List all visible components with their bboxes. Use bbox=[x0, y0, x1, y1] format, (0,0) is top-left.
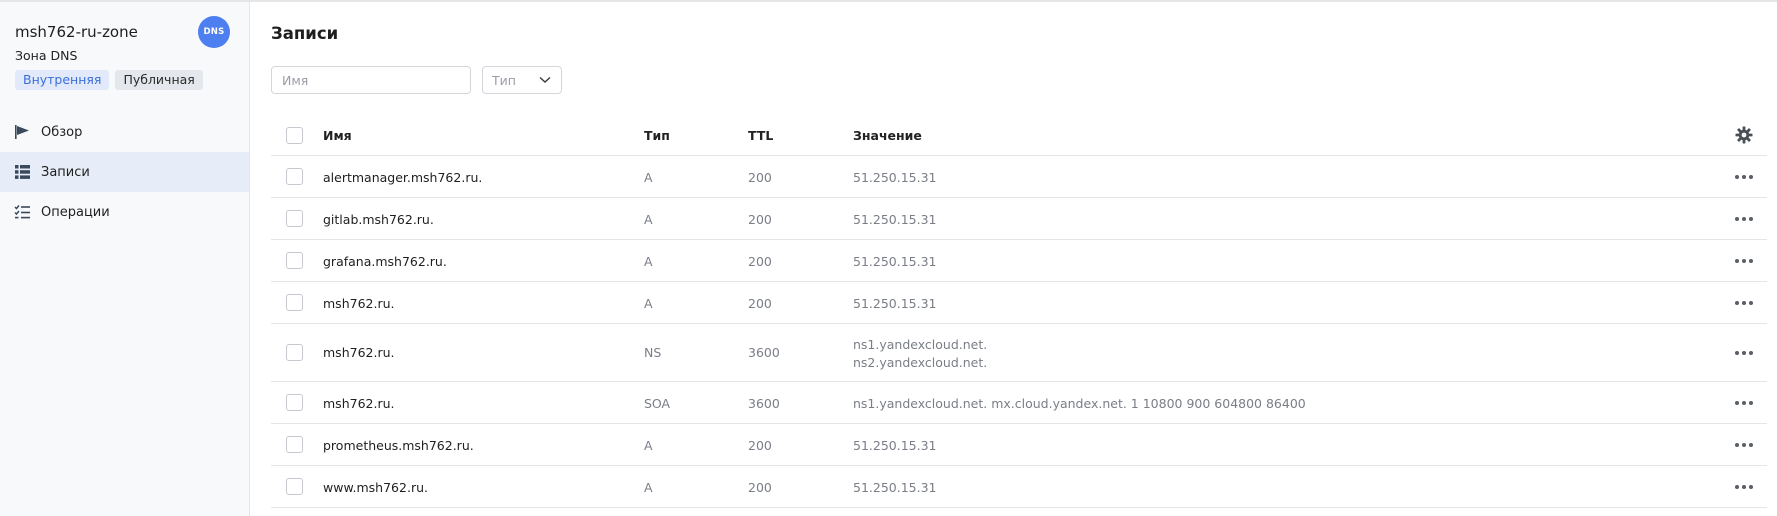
record-ttl: 200 bbox=[748, 254, 772, 269]
zone-name: msh762-ru-zone bbox=[15, 23, 138, 41]
record-value: ns1.yandexcloud.net. ns2.yandexcloud.net… bbox=[853, 336, 987, 372]
row-checkbox[interactable] bbox=[286, 344, 303, 361]
record-name: prometheus.msh762.ru. bbox=[323, 438, 474, 453]
table-row[interactable]: msh762.ru. NS 3600 ns1.yandexcloud.net. … bbox=[271, 324, 1767, 382]
row-checkbox[interactable] bbox=[286, 210, 303, 227]
row-checkbox[interactable] bbox=[286, 168, 303, 185]
record-type: A bbox=[644, 170, 653, 185]
app-window: msh762-ru-zone Зона DNS DNS Внутренняя П… bbox=[0, 0, 1777, 516]
table-row[interactable]: alertmanager.msh762.ru. A 200 51.250.15.… bbox=[271, 156, 1767, 198]
row-checkbox[interactable] bbox=[286, 252, 303, 269]
record-ttl: 200 bbox=[748, 480, 772, 495]
table-row[interactable]: prometheus.msh762.ru. A 200 51.250.15.31 bbox=[271, 424, 1767, 466]
table-row[interactable]: gitlab.msh762.ru. A 200 51.250.15.31 bbox=[271, 198, 1767, 240]
more-actions-icon[interactable] bbox=[1734, 438, 1754, 452]
more-actions-icon[interactable] bbox=[1734, 212, 1754, 226]
record-value: ns1.yandexcloud.net. mx.cloud.yandex.net… bbox=[853, 396, 1306, 411]
more-actions-icon[interactable] bbox=[1734, 346, 1754, 360]
more-actions-icon[interactable] bbox=[1734, 396, 1754, 410]
record-ttl: 200 bbox=[748, 438, 772, 453]
row-checkbox[interactable] bbox=[286, 394, 303, 411]
tag-internal: Внутренняя bbox=[15, 70, 110, 90]
record-type: SOA bbox=[644, 396, 671, 411]
table-row[interactable]: msh762.ru. A 200 51.250.15.31 bbox=[271, 282, 1767, 324]
zone-subtitle: Зона DNS bbox=[15, 48, 78, 63]
record-type: A bbox=[644, 480, 653, 495]
page-title: Записи bbox=[271, 24, 339, 43]
sidebar-nav: Обзор Записи Операции bbox=[0, 112, 249, 232]
sidebar-item-label: Записи bbox=[41, 164, 90, 180]
select-all-checkbox[interactable] bbox=[286, 127, 303, 144]
main-content: Записи Тип Имя Тип TTL Значение bbox=[251, 2, 1777, 516]
list-icon bbox=[15, 165, 30, 179]
record-value-line: ns2.yandexcloud.net. bbox=[853, 355, 988, 370]
sidebar: msh762-ru-zone Зона DNS DNS Внутренняя П… bbox=[0, 2, 250, 516]
tag-public: Публичная bbox=[115, 70, 203, 90]
record-name: msh762.ru. bbox=[323, 296, 395, 311]
column-header-ttl[interactable]: TTL bbox=[748, 128, 773, 143]
table-row[interactable]: grafana.msh762.ru. A 200 51.250.15.31 bbox=[271, 240, 1767, 282]
record-type: A bbox=[644, 212, 653, 227]
record-ttl: 3600 bbox=[748, 345, 780, 360]
sidebar-item-overview[interactable]: Обзор bbox=[0, 112, 249, 152]
record-type: A bbox=[644, 438, 653, 453]
dns-service-icon: DNS bbox=[198, 16, 230, 48]
sidebar-item-operations[interactable]: Операции bbox=[0, 192, 249, 232]
record-type: A bbox=[644, 254, 653, 269]
checklist-icon bbox=[14, 205, 30, 219]
column-header-type[interactable]: Тип bbox=[644, 128, 670, 143]
flag-icon bbox=[15, 125, 29, 139]
record-ttl: 200 bbox=[748, 170, 772, 185]
gear-icon[interactable] bbox=[1735, 126, 1753, 144]
record-type: NS bbox=[644, 345, 662, 360]
name-filter-input[interactable] bbox=[271, 66, 471, 94]
zone-tags: Внутренняя Публичная bbox=[15, 70, 203, 90]
table-row[interactable]: msh762.ru. SOA 3600 ns1.yandexcloud.net.… bbox=[271, 382, 1767, 424]
sidebar-item-records[interactable]: Записи bbox=[0, 152, 249, 192]
record-value: 51.250.15.31 bbox=[853, 170, 937, 185]
table-row[interactable]: www.msh762.ru. A 200 51.250.15.31 bbox=[271, 466, 1767, 508]
sidebar-item-label: Обзор bbox=[41, 124, 83, 140]
record-value: 51.250.15.31 bbox=[853, 480, 937, 495]
type-filter-label: Тип bbox=[492, 72, 516, 88]
row-checkbox[interactable] bbox=[286, 436, 303, 453]
column-header-name[interactable]: Имя bbox=[323, 128, 352, 143]
record-name: alertmanager.msh762.ru. bbox=[323, 170, 483, 185]
more-actions-icon[interactable] bbox=[1734, 170, 1754, 184]
record-type: A bbox=[644, 296, 653, 311]
record-name: www.msh762.ru. bbox=[323, 480, 428, 495]
record-value: 51.250.15.31 bbox=[853, 438, 937, 453]
row-checkbox[interactable] bbox=[286, 478, 303, 495]
more-actions-icon[interactable] bbox=[1734, 296, 1754, 310]
record-ttl: 200 bbox=[748, 296, 772, 311]
record-name: gitlab.msh762.ru. bbox=[323, 212, 434, 227]
type-filter-select[interactable]: Тип bbox=[482, 66, 562, 94]
record-value: 51.250.15.31 bbox=[853, 254, 937, 269]
record-name: msh762.ru. bbox=[323, 396, 395, 411]
more-actions-icon[interactable] bbox=[1734, 480, 1754, 494]
record-value: 51.250.15.31 bbox=[853, 212, 937, 227]
record-name: msh762.ru. bbox=[323, 345, 395, 360]
column-header-value[interactable]: Значение bbox=[853, 128, 922, 143]
row-checkbox[interactable] bbox=[286, 294, 303, 311]
table-header: Имя Тип TTL Значение bbox=[271, 114, 1767, 156]
record-value-line: ns1.yandexcloud.net. bbox=[853, 337, 988, 352]
record-value: 51.250.15.31 bbox=[853, 296, 937, 311]
record-ttl: 3600 bbox=[748, 396, 780, 411]
record-name: grafana.msh762.ru. bbox=[323, 254, 447, 269]
sidebar-item-label: Операции bbox=[41, 204, 110, 220]
record-ttl: 200 bbox=[748, 212, 772, 227]
chevron-down-icon bbox=[539, 76, 551, 83]
records-table: Имя Тип TTL Значение alertmanager.msh762… bbox=[271, 114, 1767, 508]
more-actions-icon[interactable] bbox=[1734, 254, 1754, 268]
